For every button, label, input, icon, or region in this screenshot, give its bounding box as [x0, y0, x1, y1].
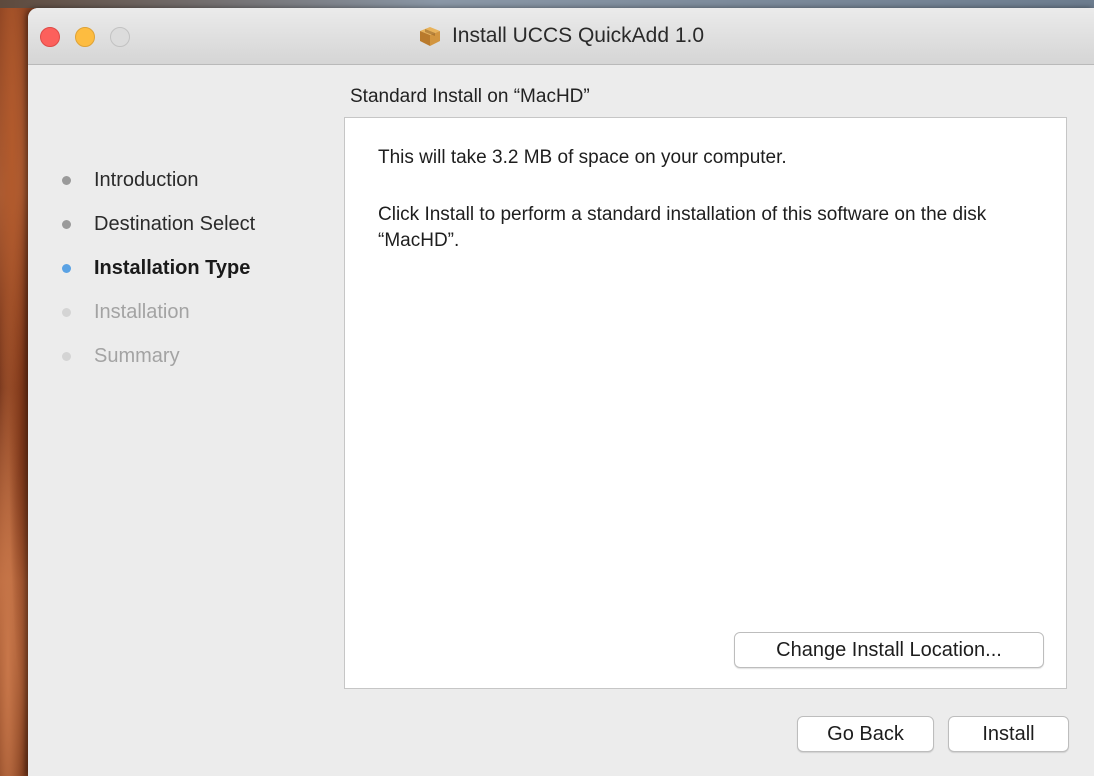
- content-panel: This will take 3.2 MB of space on your c…: [344, 117, 1067, 689]
- space-required-text: This will take 3.2 MB of space on your c…: [378, 147, 787, 168]
- step-dot-icon: [62, 175, 71, 185]
- step-label: Installation: [94, 300, 190, 323]
- step-destination-select: Destination Select: [61, 202, 255, 246]
- step-dot-icon: [62, 263, 71, 273]
- step-dot-icon: [62, 219, 71, 229]
- window-title: Install UCCS QuickAdd 1.0: [451, 24, 705, 47]
- package-icon: [419, 27, 440, 46]
- step-label: Destination Select: [94, 212, 256, 235]
- step-dot-icon: [62, 307, 71, 317]
- change-install-location-button[interactable]: Change Install Location...: [734, 632, 1044, 668]
- title-bar[interactable]: Install UCCS QuickAdd 1.0: [28, 8, 1094, 65]
- go-back-button[interactable]: Go Back: [797, 716, 934, 752]
- step-label: Introduction: [94, 168, 199, 191]
- step-label: Installation Type: [94, 256, 251, 279]
- installer-window: Install UCCS QuickAdd 1.0 Standard Insta…: [28, 8, 1094, 776]
- install-button[interactable]: Install: [948, 716, 1069, 752]
- step-introduction: Introduction: [61, 158, 255, 202]
- window-title-group: Install UCCS QuickAdd 1.0: [28, 23, 1094, 49]
- step-installation-type: Installation Type: [61, 246, 255, 290]
- step-dot-icon: [62, 351, 71, 361]
- step-label: Summary: [94, 344, 180, 367]
- page-heading: Standard Install on “MacHD”: [350, 86, 590, 107]
- install-instruction-text: Click Install to perform a standard inst…: [378, 204, 987, 251]
- step-installation: Installation: [61, 290, 255, 334]
- installer-steps: Introduction Destination Select Installa…: [61, 158, 255, 378]
- step-summary: Summary: [61, 334, 255, 378]
- desktop-wallpaper-top: [0, 0, 1094, 8]
